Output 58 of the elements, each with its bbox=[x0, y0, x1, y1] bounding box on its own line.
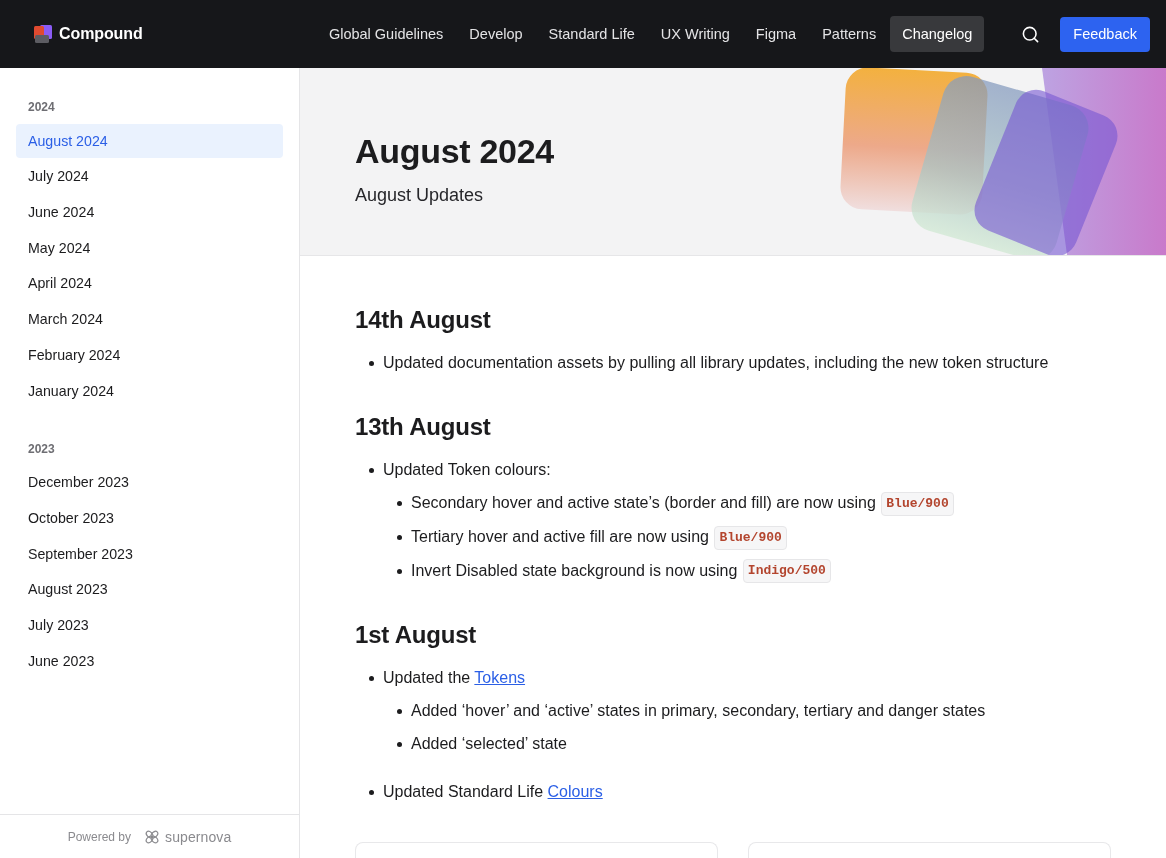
sidebar-item[interactable]: July 2023 bbox=[16, 607, 283, 642]
inline-code: Indigo/500 bbox=[742, 559, 831, 584]
bullet-icon bbox=[397, 568, 402, 574]
list-item-text: Secondary hover and active state’s (border and fill) are now using Blue/900 bbox=[411, 491, 954, 516]
bullet-icon bbox=[369, 790, 374, 796]
list-item-text: Invert Disabled state background is now using Indigo/500 bbox=[411, 558, 831, 584]
sidebar-item[interactable]: March 2024 bbox=[16, 302, 283, 337]
group-label: 2024 bbox=[27, 100, 56, 114]
page-title: August 2024 bbox=[355, 131, 555, 172]
powered-by-text: Powered by bbox=[67, 829, 132, 844]
nav-tab[interactable]: Standard Life bbox=[536, 16, 647, 52]
nav-tab[interactable]: Patterns bbox=[810, 16, 889, 52]
bullet-icon bbox=[397, 534, 402, 540]
nav-tab[interactable]: Figma bbox=[743, 16, 809, 52]
sidebar-item[interactable]: September 2023 bbox=[16, 536, 283, 571]
sidebar-item[interactable]: July 2024 bbox=[16, 159, 283, 194]
inline-code: Blue/900 bbox=[714, 525, 787, 550]
sidebar-item[interactable]: February 2024 bbox=[16, 337, 283, 372]
section-heading: 13th August bbox=[355, 412, 492, 442]
sidebar-item[interactable]: June 2024 bbox=[16, 195, 283, 230]
petal-logo-icon bbox=[144, 828, 161, 845]
list-item-text: Updated Token colours: bbox=[383, 460, 551, 480]
sidebar-item[interactable]: August 2024 bbox=[16, 123, 283, 158]
list-item-text: Added ‘selected’ state bbox=[411, 734, 567, 755]
search-icon bbox=[1020, 24, 1040, 44]
sidebar-item[interactable]: August 2023 bbox=[16, 572, 283, 607]
bullet-icon bbox=[369, 468, 374, 473]
list-item-text: Tertiary hover and active fill are now using Blue/900 bbox=[411, 524, 787, 550]
bullet-icon bbox=[369, 676, 374, 682]
list-item-text: Updated documentation assets by pulling all library updates, including the new token structure bbox=[383, 353, 1049, 373]
page-subtitle: August Updates bbox=[355, 184, 485, 206]
nav-tab[interactable]: UX Writing bbox=[648, 16, 742, 52]
sidebar-item[interactable]: April 2024 bbox=[16, 266, 283, 301]
site-name: Compound bbox=[59, 25, 143, 43]
text-link[interactable]: Colours bbox=[547, 783, 603, 801]
sidebar-item[interactable]: May 2024 bbox=[16, 230, 283, 265]
sidebar-item[interactable]: December 2023 bbox=[16, 465, 283, 500]
section-heading: 14th August bbox=[355, 305, 492, 335]
stacked-cards-logo-icon bbox=[33, 24, 53, 44]
feedback-button[interactable]: Feedback bbox=[1060, 16, 1150, 52]
brand-name: supernova bbox=[165, 828, 232, 845]
nav-tab[interactable]: Changelog bbox=[890, 16, 985, 52]
inline-code: Blue/900 bbox=[881, 491, 954, 516]
bullet-icon bbox=[397, 742, 402, 748]
list-item-text: Updated Standard Life Colours bbox=[383, 782, 603, 803]
nav-tab[interactable]: Develop bbox=[457, 16, 535, 52]
section-heading: 1st August bbox=[355, 620, 478, 651]
nav-tab[interactable]: Global Guidelines bbox=[316, 16, 456, 52]
bullet-icon bbox=[397, 501, 402, 506]
list-item-text: Added ‘hover’ and ‘active’ states in primary, secondary, tertiary and danger states bbox=[411, 701, 986, 722]
sidebar-item[interactable]: June 2023 bbox=[16, 643, 283, 678]
list-item-text: Updated the Tokens bbox=[383, 668, 526, 689]
group-label: 2023 bbox=[27, 441, 56, 456]
sidebar-item[interactable]: October 2023 bbox=[16, 500, 283, 535]
sidebar-item[interactable]: January 2024 bbox=[16, 373, 283, 408]
bullet-icon bbox=[369, 361, 374, 366]
text-link[interactable]: Tokens bbox=[474, 669, 526, 687]
bullet-icon bbox=[397, 709, 402, 715]
